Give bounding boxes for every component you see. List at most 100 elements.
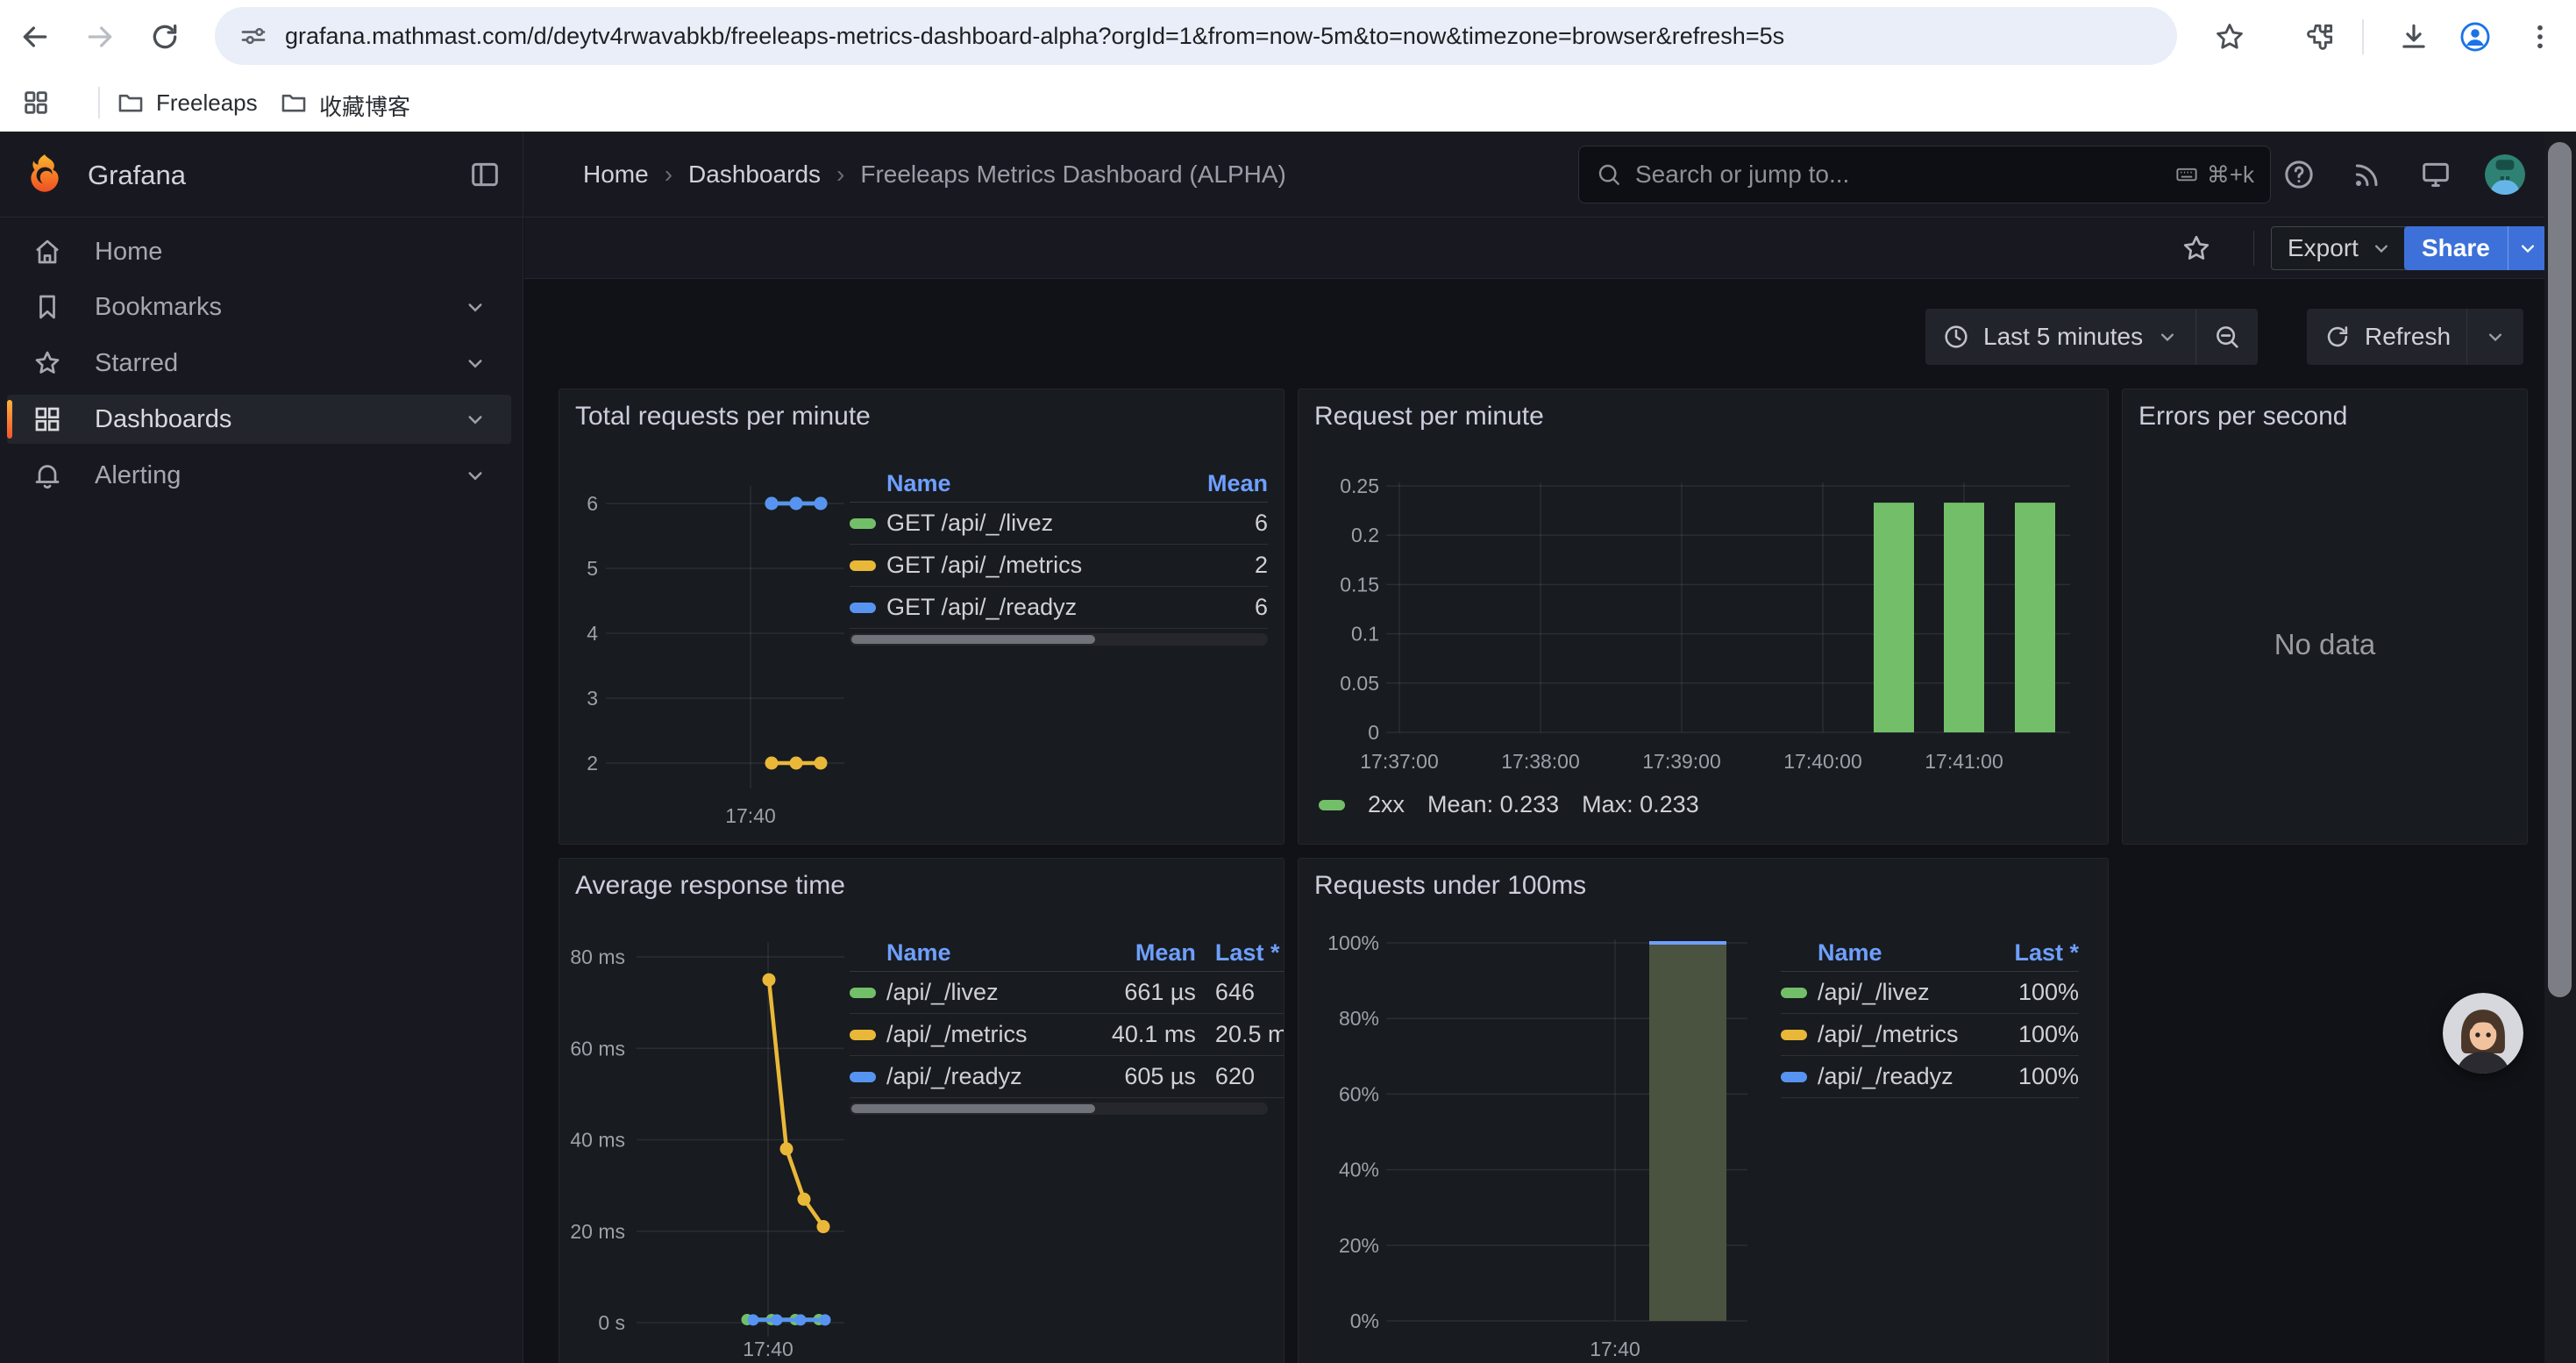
- svg-text:17:40:00: 17:40:00: [1783, 750, 1862, 773]
- legend-series-name[interactable]: 2xx: [1368, 791, 1405, 818]
- refresh-interval-button[interactable]: [2466, 309, 2523, 365]
- url-input[interactable]: [283, 22, 2154, 51]
- help-icon[interactable]: [2281, 157, 2316, 192]
- browser-profile-icon[interactable]: [2459, 20, 2492, 54]
- legend-header[interactable]: NameMeanLast *: [850, 934, 1284, 972]
- bookmark-folder[interactable]: 收藏博客: [319, 89, 410, 122]
- breadcrumb: Home › Dashboards › Freeleaps Metrics Da…: [583, 161, 1286, 189]
- downloads-icon[interactable]: [2397, 20, 2430, 54]
- chevron-down-icon: [2483, 325, 2508, 349]
- legend-row[interactable]: /api/_/livez100%: [1781, 972, 2079, 1014]
- grafana-top-nav: Grafana Home › Dashboards › Freeleaps Me…: [0, 132, 2576, 218]
- browser-toolbar: [0, 0, 2576, 74]
- series-color-pill: [1781, 988, 1807, 998]
- assistant-avatar[interactable]: [2443, 993, 2523, 1074]
- legend-inline[interactable]: 2xxMean: 0.233Max: 0.233: [1319, 791, 1699, 818]
- scrollbar-thumb[interactable]: [851, 1104, 1095, 1113]
- forward-icon[interactable]: [82, 19, 117, 54]
- svg-text:0.1: 0.1: [1351, 623, 1379, 646]
- legend-row[interactable]: GET /api/_/metrics2: [850, 545, 1268, 587]
- breadcrumb-separator: ›: [836, 161, 844, 189]
- svg-text:17:40: 17:40: [743, 1338, 793, 1360]
- scrollbar-thumb[interactable]: [851, 635, 1095, 644]
- search-box[interactable]: ⌘+k: [1578, 146, 2271, 203]
- svg-text:40%: 40%: [1339, 1159, 1379, 1181]
- breadcrumb-current: Freeleaps Metrics Dashboard (ALPHA): [860, 161, 1286, 189]
- chevron-down-icon[interactable]: [462, 462, 488, 489]
- legend-table: NameMeanGET /api/_/livez6GET /api/_/metr…: [850, 465, 1268, 629]
- legend-scrollbar[interactable]: [850, 1103, 1268, 1115]
- monitor-icon[interactable]: [2418, 157, 2453, 192]
- legend-row[interactable]: /api/_/readyz605 µs620: [850, 1056, 1284, 1098]
- bookmark-star-icon[interactable]: [2213, 20, 2246, 54]
- page-scrollbar-thumb[interactable]: [2548, 142, 2572, 997]
- series-color-pill: [850, 988, 876, 998]
- zoom-out-button[interactable]: [2195, 309, 2258, 365]
- chevron-down-icon[interactable]: [462, 350, 488, 376]
- breadcrumb-home[interactable]: Home: [583, 161, 649, 189]
- refresh-button[interactable]: Refresh: [2307, 309, 2523, 365]
- extensions-icon[interactable]: [2303, 20, 2337, 54]
- bookmark-folder[interactable]: Freeleaps: [156, 89, 258, 117]
- search-input[interactable]: [1633, 160, 2174, 189]
- grid-icon: [32, 403, 63, 435]
- svg-text:0: 0: [1368, 721, 1379, 744]
- folder-icon[interactable]: [116, 88, 146, 118]
- address-bar[interactable]: [215, 7, 2177, 65]
- export-button[interactable]: Export: [2271, 226, 2410, 270]
- sidebar-item-label: Dashboards: [95, 405, 462, 434]
- favorite-star-icon[interactable]: [2181, 232, 2212, 264]
- sidebar-item-home[interactable]: Home: [7, 227, 511, 276]
- apps-grid-icon[interactable]: [21, 88, 51, 118]
- folder-icon[interactable]: [279, 88, 309, 118]
- news-rss-icon[interactable]: [2350, 157, 2385, 192]
- legend-row[interactable]: GET /api/_/readyz6: [850, 587, 1268, 629]
- browser-menu-icon[interactable]: [2523, 20, 2557, 54]
- panel-average-response-time: Average response time 80 ms60 ms40 ms20 …: [559, 858, 1284, 1363]
- legend-row[interactable]: /api/_/livez661 µs646: [850, 972, 1284, 1014]
- series-color-pill: [850, 1072, 876, 1082]
- svg-text:6: 6: [587, 492, 598, 515]
- time-range-picker[interactable]: Last 5 minutes: [1925, 309, 2258, 365]
- sidebar-toggle-icon[interactable]: [467, 157, 502, 192]
- sidebar-item-alerting[interactable]: Alerting: [7, 451, 511, 500]
- sidebar-item-label: Starred: [95, 349, 462, 378]
- svg-text:100%: 100%: [1327, 931, 1379, 954]
- svg-text:17:38:00: 17:38:00: [1501, 750, 1580, 773]
- chevron-down-icon[interactable]: [462, 294, 488, 320]
- no-data-message: No data: [2123, 628, 2527, 661]
- svg-text:5: 5: [587, 557, 598, 580]
- legend-row[interactable]: /api/_/metrics100%: [1781, 1014, 2079, 1056]
- svg-text:20%: 20%: [1339, 1234, 1379, 1257]
- sidebar-item-label: Alerting: [95, 461, 462, 490]
- svg-text:2: 2: [587, 752, 598, 774]
- series-color-pill: [850, 560, 876, 571]
- refresh-icon: [2323, 322, 2352, 352]
- chevron-down-icon[interactable]: [462, 406, 488, 432]
- sidebar-item-bookmarks[interactable]: Bookmarks: [7, 282, 511, 332]
- back-icon[interactable]: [18, 19, 53, 54]
- user-avatar[interactable]: [2485, 154, 2525, 195]
- sidebar-item-dashboards[interactable]: Dashboards: [7, 395, 511, 444]
- legend-row[interactable]: GET /api/_/livez6: [850, 503, 1268, 545]
- legend-row[interactable]: /api/_/readyz100%: [1781, 1056, 2079, 1098]
- svg-text:17:37:00: 17:37:00: [1360, 750, 1439, 773]
- chevron-down-icon: [2155, 325, 2180, 349]
- sidebar-item-starred[interactable]: Starred: [7, 339, 511, 388]
- legend-scrollbar[interactable]: [850, 633, 1268, 646]
- panel-title[interactable]: Errors per second: [2138, 402, 2347, 432]
- legend-row[interactable]: /api/_/metrics40.1 ms20.5 m: [850, 1014, 1284, 1056]
- svg-text:80%: 80%: [1339, 1007, 1379, 1030]
- chevron-down-icon: [2516, 236, 2540, 260]
- breadcrumb-dashboards[interactable]: Dashboards: [688, 161, 821, 189]
- share-menu-button[interactable]: [2508, 226, 2547, 270]
- grafana-logo-icon[interactable]: [23, 153, 67, 196]
- legend-header[interactable]: NameLast *: [1781, 934, 2079, 972]
- site-settings-icon[interactable]: [238, 20, 269, 52]
- request-per-minute-plot[interactable]: 0.250.20.150.10.05017:37:0017:38:0017:39…: [1299, 389, 2109, 845]
- share-button[interactable]: Share: [2404, 226, 2547, 270]
- star-icon: [32, 347, 63, 379]
- legend-header[interactable]: NameMean: [850, 465, 1268, 503]
- reload-icon[interactable]: [147, 19, 182, 54]
- series-color-pill: [850, 518, 876, 529]
